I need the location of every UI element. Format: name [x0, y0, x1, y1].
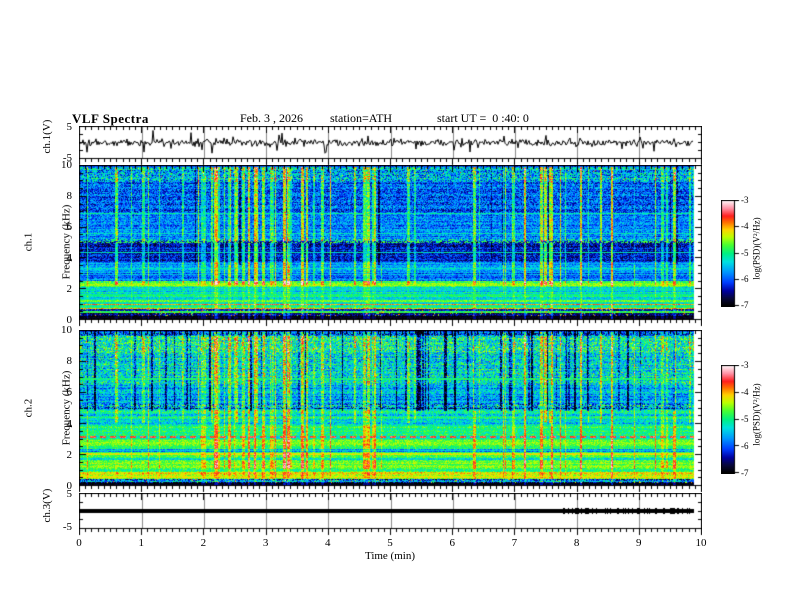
time-axis-label: Time (min)	[364, 550, 415, 562]
colorbar-2-tick-label: -6	[741, 441, 749, 451]
figure-title: VLF Spectra	[72, 111, 149, 126]
colorbar-1-tick-label: -5	[741, 247, 749, 258]
spec1-ytick-label: 10	[61, 159, 72, 171]
colorbar-2-tick-label: -7	[741, 468, 749, 478]
spec1-ytick-label: 6	[66, 221, 73, 233]
spec1-ytick-label: 2	[66, 283, 73, 295]
colorbar-1-tick-label: -3	[741, 195, 749, 205]
spec2-ytick-label: 6	[66, 386, 73, 399]
colorbar-2-tick-label: -3	[741, 360, 749, 370]
figure-date: Feb. 3 , 2026	[240, 111, 303, 125]
colorbar-2-tick-label: -4	[741, 387, 749, 397]
time-tick-label: 8	[573, 537, 580, 549]
time-tick-label: 10	[695, 537, 707, 549]
ch2-spectrogram-canvas	[79, 330, 702, 494]
colorbar-1-tick-label: -4	[741, 221, 749, 232]
spec2-ytick-label: 8	[66, 355, 73, 368]
time-tick-label: 0	[76, 537, 82, 549]
spec2-ytick-label: 0	[66, 480, 73, 492]
spec2-ytick-label: 4	[66, 417, 73, 430]
colorbar-2-canvas	[721, 365, 741, 474]
time-tick-label: 4	[325, 537, 331, 549]
time-tick-label: 3	[262, 537, 269, 549]
start-ut-label: start UT = 0 :40: 0	[437, 111, 529, 125]
colorbar-1-tick-label: -6	[741, 273, 749, 284]
ch1-waveform-canvas	[79, 126, 702, 167]
time-tick-label: 1	[138, 537, 144, 549]
ch1-waveform-axis-label: ch.1(V)	[40, 119, 53, 154]
time-tick-label: 6	[449, 537, 455, 549]
ch3-waveform-axis-label: ch.3(V)	[40, 488, 53, 523]
spec2-ytick-label: 2	[66, 448, 73, 461]
time-tick-label: 2	[200, 537, 207, 549]
ch2-spectrogram-axis-label: ch.2 Frequency (kHz)	[22, 370, 73, 446]
colorbar-1-canvas	[721, 200, 741, 307]
time-tick-label: 9	[636, 537, 642, 549]
time-tick-label: 5	[387, 537, 393, 549]
ch1-spectrogram-axis-label: ch.1 Frequency (kHz)	[22, 204, 73, 280]
spec1-ytick-label: 4	[66, 252, 73, 264]
ch3-waveform-canvas	[79, 493, 702, 537]
spec2-ytick-label: 10	[61, 324, 72, 336]
station-label: station=ATH	[330, 111, 393, 125]
colorbar-2-tick-label: -5	[741, 414, 749, 424]
vlf-spectra-figure: VLF Spectra Feb. 3 , 2026 station=ATH st…	[0, 0, 792, 612]
ch1-spectrogram-canvas	[79, 165, 702, 328]
colorbar-1-tick-label: -7	[741, 300, 749, 310]
time-tick-label: 7	[511, 537, 518, 549]
spec1-ytick-label: 8	[66, 190, 73, 202]
